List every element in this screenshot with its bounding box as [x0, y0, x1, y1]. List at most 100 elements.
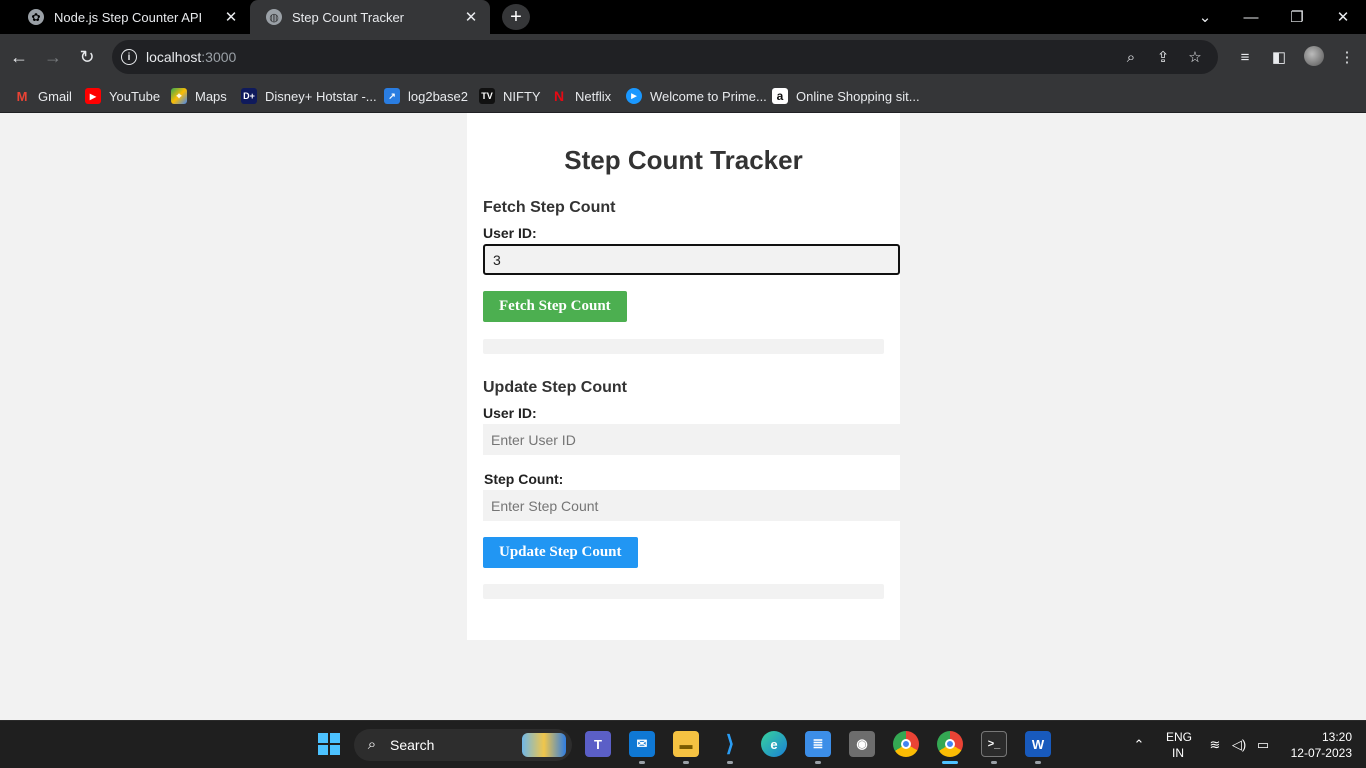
running-indicator — [727, 761, 733, 764]
tradingview-icon: TV — [479, 88, 495, 104]
page-title: Step Count Tracker — [564, 145, 803, 175]
search-highlight-icon — [522, 733, 566, 757]
chatgpt-icon: ✿ — [28, 9, 44, 25]
bookmark-netflix[interactable]: N Netflix — [551, 86, 611, 106]
profile-avatar[interactable] — [1304, 46, 1324, 66]
step-count-input[interactable] — [483, 490, 900, 521]
running-indicator — [639, 761, 645, 764]
camera-icon[interactable]: ◉ — [849, 731, 875, 757]
bookmark-label: Welcome to Prime... — [650, 88, 767, 104]
file-explorer-icon[interactable]: ▬ — [673, 731, 699, 757]
tracker-card: Step Count Tracker Fetch Step Count User… — [467, 113, 900, 640]
bookmark-gmail[interactable]: M Gmail — [14, 86, 72, 106]
mail-icon[interactable]: ✉ — [629, 731, 655, 757]
word-icon[interactable]: W — [1025, 731, 1051, 757]
netflix-icon: N — [553, 88, 565, 104]
running-indicator — [815, 761, 821, 764]
update-user-id-input[interactable] — [483, 424, 900, 455]
menu-icon[interactable]: ⋮ — [1337, 47, 1357, 67]
fetch-step-count-button[interactable]: Fetch Step Count — [483, 291, 627, 322]
share-icon[interactable]: ⇪ — [1154, 48, 1172, 66]
prime-video-icon: ▶ — [626, 88, 642, 104]
teams-icon[interactable]: T — [585, 731, 611, 757]
globe-icon: ◍ — [266, 9, 282, 25]
update-user-id-label: User ID: — [483, 405, 537, 421]
language-indicator[interactable]: ENG IN — [1166, 730, 1192, 760]
bookmark-nifty[interactable]: TV NIFTY — [479, 86, 541, 106]
new-tab-button[interactable]: + — [502, 4, 530, 30]
restore-icon[interactable]: ❐ — [1274, 0, 1320, 34]
media-control-icon[interactable]: ≡ — [1235, 47, 1255, 67]
bookmark-amazon[interactable]: a Online Shopping sit... — [772, 86, 920, 106]
bookmark-hotstar[interactable]: D+ Disney+ Hotstar -... — [241, 86, 377, 106]
forward-icon[interactable]: → — [41, 45, 65, 69]
maps-icon: ⌖ — [171, 88, 187, 104]
tab-strip: ✿ Node.js Step Counter API ✕ ◍ Step Coun… — [0, 0, 1366, 34]
windows-taskbar: ⌕ Search T ✉ ▬ ⟩ e ≣ ◉ >_ W ⌃ ENG IN ≋ ◁… — [0, 720, 1366, 768]
taskbar-search[interactable]: ⌕ Search — [354, 729, 572, 761]
notepad-icon[interactable]: ≣ — [805, 731, 831, 757]
bookmark-log2base2[interactable]: ↗ log2base2 — [384, 86, 468, 106]
tab-search-icon[interactable]: ⌄ — [1182, 0, 1228, 34]
bookmark-maps[interactable]: ⌖ Maps — [171, 86, 227, 106]
terminal-icon[interactable]: >_ — [981, 731, 1007, 757]
language-line2: IN — [1172, 746, 1184, 760]
bookmark-prime-video[interactable]: ▶ Welcome to Prime... — [626, 86, 767, 106]
window-close-icon[interactable]: ✕ — [1320, 0, 1366, 34]
chrome-profile-icon[interactable] — [937, 731, 963, 757]
tab-step-count-tracker[interactable]: ◍ Step Count Tracker ✕ — [250, 0, 490, 34]
bookmark-label: NIFTY — [503, 88, 541, 104]
bookmark-label: Maps — [195, 88, 227, 104]
bookmarks-bar: M Gmail ▶ YouTube ⌖ Maps D+ Disney+ Hots… — [0, 80, 1366, 113]
update-section-heading: Update Step Count — [483, 379, 627, 396]
youtube-icon: ▶ — [85, 88, 101, 104]
vscode-icon[interactable]: ⟩ — [717, 731, 743, 757]
clock-time: 13:20 — [1321, 730, 1352, 744]
tab-title: Node.js Step Counter API — [54, 9, 203, 25]
tab-nodejs-step-counter-api[interactable]: ✿ Node.js Step Counter API ✕ — [0, 0, 250, 34]
step-count-label: Step Count: — [484, 471, 564, 487]
bookmark-label: Disney+ Hotstar -... — [265, 88, 377, 104]
site-info-icon[interactable]: i — [121, 49, 137, 65]
minimize-icon[interactable]: — — [1228, 0, 1274, 34]
bookmark-star-icon[interactable]: ☆ — [1186, 48, 1204, 66]
amazon-icon: a — [772, 88, 788, 104]
update-result — [483, 584, 884, 599]
zoom-icon[interactable]: ⌕ — [1122, 48, 1140, 66]
wifi-icon[interactable]: ≋ — [1206, 737, 1224, 753]
running-indicator — [991, 761, 997, 764]
browser-toolbar: ← → ↻ i localhost:3000 ⌕ ⇪ ☆ ≡ ◧ ⋮ — [0, 34, 1366, 80]
page-viewport: Step Count Tracker Fetch Step Count User… — [0, 113, 1366, 720]
side-panel-icon[interactable]: ◧ — [1269, 47, 1289, 67]
hotstar-icon: D+ — [241, 88, 257, 104]
bookmark-label: YouTube — [109, 88, 161, 104]
bookmark-label: log2base2 — [408, 88, 468, 104]
edge-icon[interactable]: e — [761, 731, 787, 757]
log2base2-icon: ↗ — [384, 88, 400, 104]
active-indicator — [942, 761, 958, 764]
running-indicator — [683, 761, 689, 764]
fetch-result — [483, 339, 884, 354]
search-icon: ⌕ — [367, 735, 377, 753]
reload-icon[interactable]: ↻ — [75, 45, 99, 69]
close-icon[interactable]: ✕ — [222, 8, 240, 26]
back-icon[interactable]: ← — [7, 45, 31, 69]
update-step-count-button[interactable]: Update Step Count — [483, 537, 638, 568]
gmail-icon: M — [16, 88, 28, 104]
close-icon[interactable]: ✕ — [462, 8, 480, 26]
battery-icon[interactable]: ▭ — [1254, 737, 1272, 753]
bookmark-label: Gmail — [38, 88, 72, 104]
clock-date: 12-07-2023 — [1290, 746, 1352, 760]
fetch-user-id-input[interactable] — [483, 244, 900, 275]
url-text[interactable]: localhost:3000 — [146, 49, 236, 65]
chrome-icon[interactable] — [893, 731, 919, 757]
tab-title: Step Count Tracker — [292, 9, 404, 25]
search-label: Search — [390, 737, 435, 753]
bookmark-label: Netflix — [575, 88, 612, 104]
volume-icon[interactable]: ◁) — [1230, 737, 1248, 753]
chevron-up-icon[interactable]: ⌃ — [1130, 737, 1148, 753]
bookmark-youtube[interactable]: ▶ YouTube — [85, 86, 160, 106]
address-bar[interactable]: i localhost:3000 ⌕ ⇪ ☆ — [112, 40, 1218, 74]
windows-start-icon[interactable] — [316, 731, 342, 757]
clock[interactable]: 13:20 12-07-2023 — [1288, 730, 1352, 760]
